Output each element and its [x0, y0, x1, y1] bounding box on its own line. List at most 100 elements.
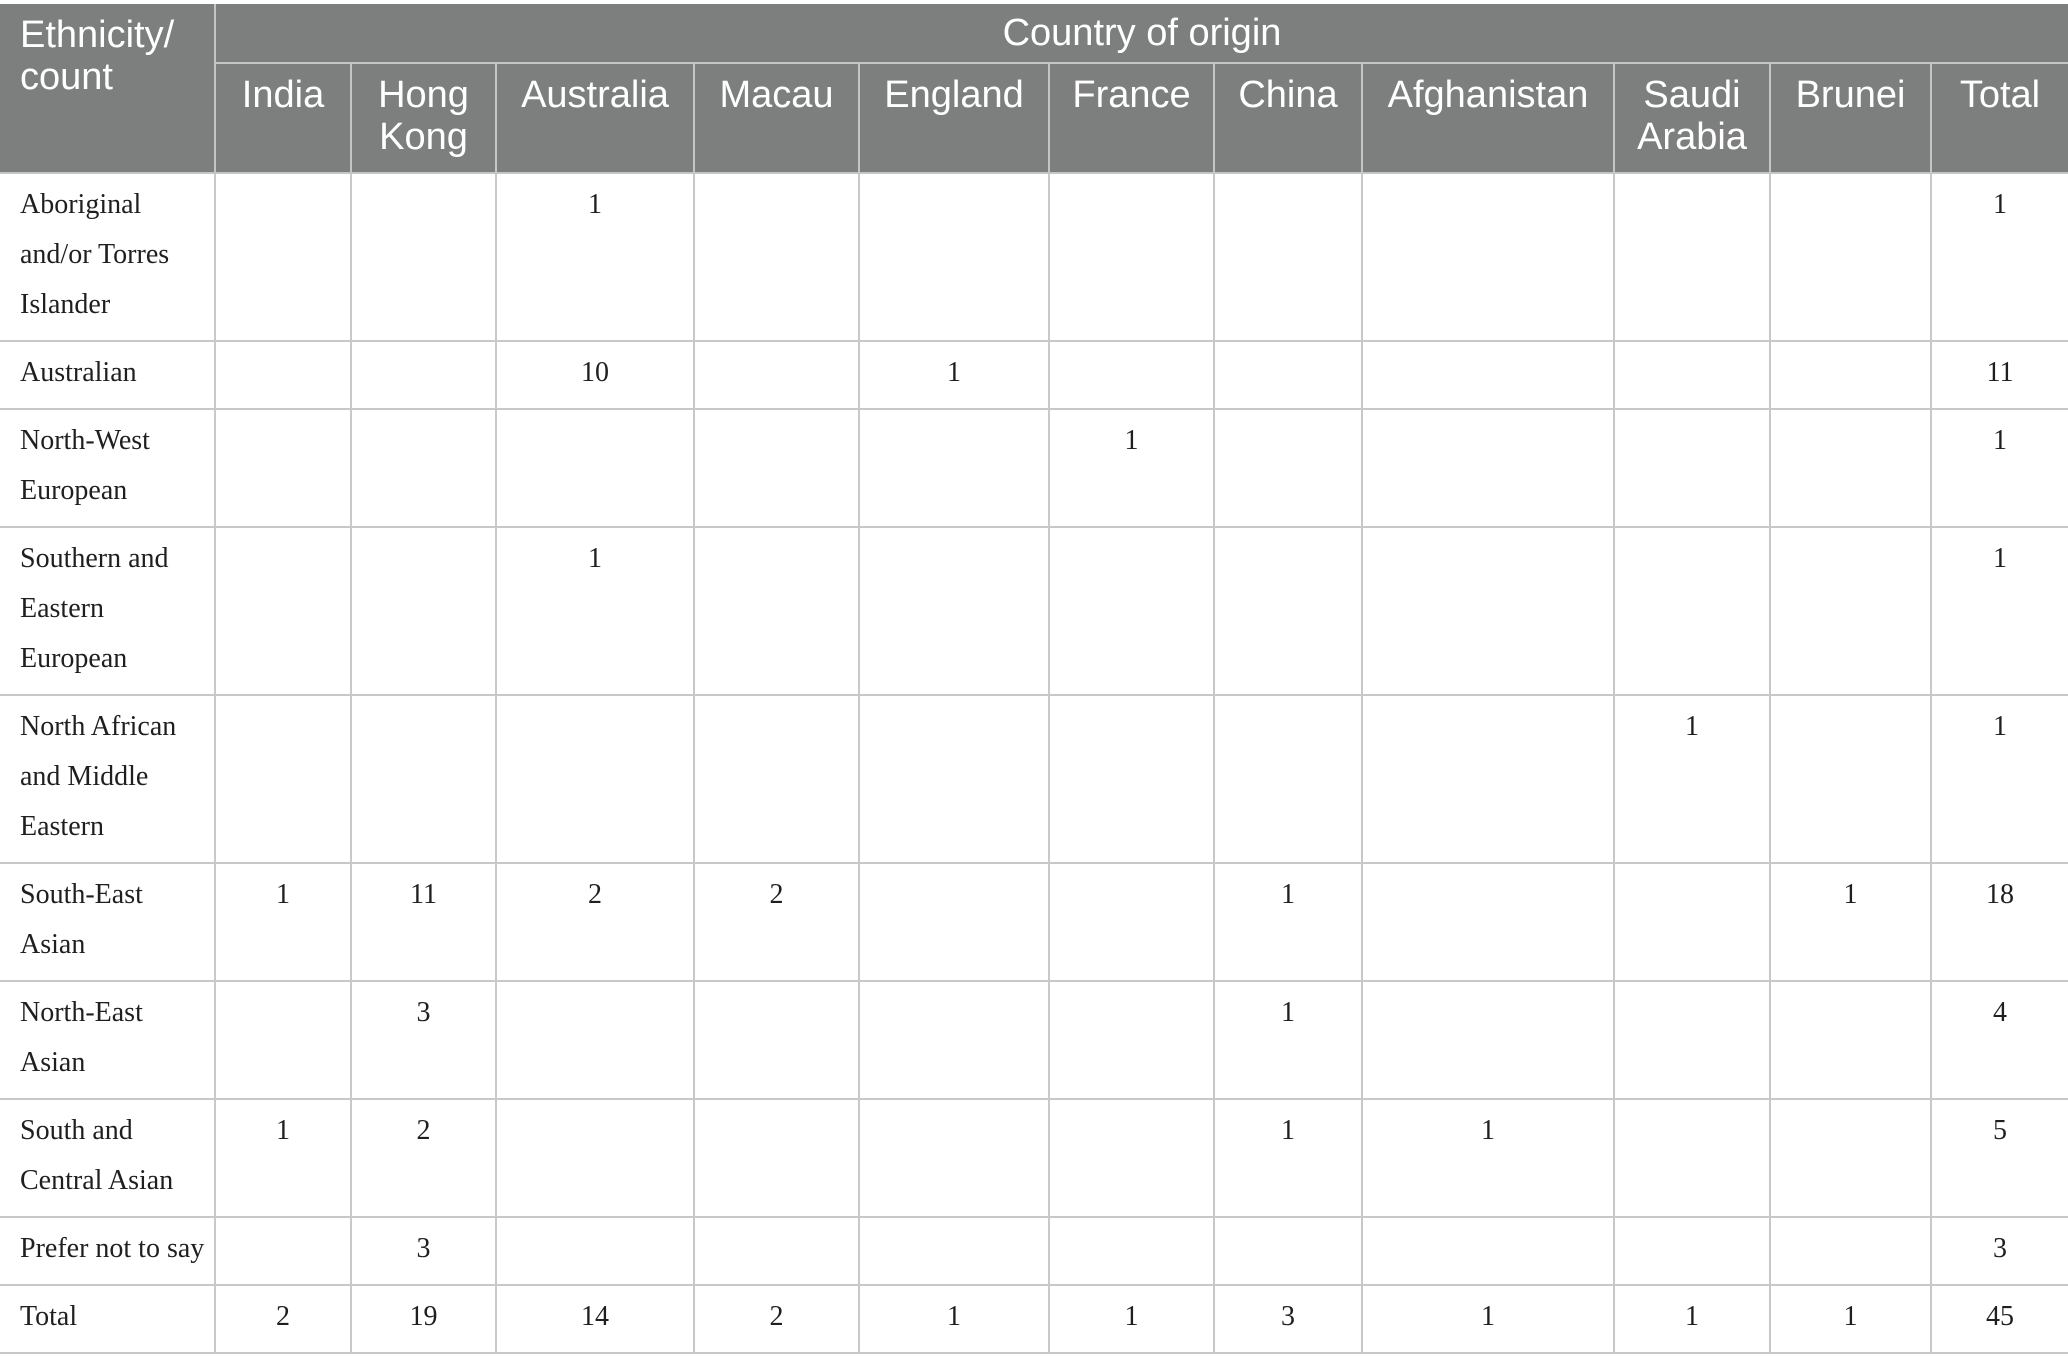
- table-cell: 19: [350, 1284, 497, 1354]
- table-cell: [1213, 526, 1363, 696]
- table-cell: [214, 1216, 352, 1286]
- table-row: South-East Asian 1 11 2 2 1 1 18: [0, 862, 2068, 982]
- table-cell: [693, 1098, 860, 1218]
- table-cell: [1213, 340, 1363, 410]
- table-cell: 1: [1048, 408, 1215, 528]
- table-cell: 5: [1929, 1098, 2068, 1218]
- table-row: Aboriginal and/or Torres Islander 1 1: [0, 172, 2068, 342]
- table-cell: 1: [858, 1284, 1050, 1354]
- table-cell: 3: [1929, 1216, 2068, 1286]
- table-cell: 45: [1929, 1284, 2068, 1354]
- table-cell: [1769, 172, 1932, 342]
- table-cell: [350, 408, 497, 528]
- table-cell: [858, 1216, 1050, 1286]
- table-cell: 1: [1361, 1098, 1615, 1218]
- row-label: North-East Asian: [0, 980, 216, 1100]
- table-cell: 1: [1361, 1284, 1615, 1354]
- table-cell: [1769, 408, 1932, 528]
- table-cell: [858, 408, 1050, 528]
- table-cell: 1: [214, 1098, 352, 1218]
- table-cell: [350, 694, 497, 864]
- table-cell: [1048, 980, 1215, 1100]
- country-of-origin-header: Country of origin: [213, 4, 2068, 64]
- table-cell: 11: [1929, 340, 2068, 410]
- table-cell: [1361, 694, 1615, 864]
- table-cell: [693, 694, 860, 864]
- corner-header: Ethnicity/ count: [0, 4, 216, 174]
- table-cell: [1048, 1216, 1215, 1286]
- table-cell: [1769, 340, 1932, 410]
- table-cell: [1769, 1098, 1932, 1218]
- table-cell: [1613, 1216, 1771, 1286]
- table-cell: [495, 1216, 695, 1286]
- table-cell: [1048, 694, 1215, 864]
- table-cell: [858, 172, 1050, 342]
- row-label: North-West European: [0, 408, 216, 528]
- ethnicity-by-country-table: Ethnicity/ count Country of origin India…: [0, 4, 2068, 1354]
- table-cell: [1769, 694, 1932, 864]
- table-body: Aboriginal and/or Torres Islander 1 1 Austr…: [0, 172, 2068, 1354]
- table-row: North-West European 1 1: [0, 408, 2068, 528]
- table-cell: [693, 1216, 860, 1286]
- table-cell: 1: [1213, 980, 1363, 1100]
- table-cell: [1361, 340, 1615, 410]
- table-cell: [1769, 980, 1932, 1100]
- column-header-total: Total: [1929, 63, 2068, 174]
- table-cell: [1613, 172, 1771, 342]
- table-cell: [1613, 980, 1771, 1100]
- table-cell: 10: [495, 340, 695, 410]
- table-row: North-East Asian 3 1 4: [0, 980, 2068, 1100]
- column-header-france: France: [1048, 63, 1215, 174]
- table-cell: 3: [350, 980, 497, 1100]
- table-cell: [1361, 408, 1615, 528]
- table-cell: 1: [1769, 1284, 1932, 1354]
- table-cell: [214, 408, 352, 528]
- total-row: Total 2 19 14 2 1 1 3 1 1 1 45: [0, 1284, 2068, 1354]
- table-cell: 1: [495, 172, 695, 342]
- row-label: Southern and Eastern European: [0, 526, 216, 696]
- table-cell: [1361, 862, 1615, 982]
- table-cell: 2: [693, 1284, 860, 1354]
- table-cell: 18: [1929, 862, 2068, 982]
- table-cell: [1613, 340, 1771, 410]
- table-cell: [858, 980, 1050, 1100]
- table-cell: 1: [1048, 1284, 1215, 1354]
- table-cell: 4: [1929, 980, 2068, 1100]
- column-header-row: India Hong Kong Australia Macau England …: [0, 63, 2068, 174]
- row-label: South and Central Asian: [0, 1098, 216, 1218]
- table-cell: [693, 526, 860, 696]
- table-cell: [858, 694, 1050, 864]
- column-header-england: England: [858, 63, 1050, 174]
- column-header-macau: Macau: [693, 63, 860, 174]
- table-cell: 1: [1213, 1098, 1363, 1218]
- table-row: Southern and Eastern European 1 1: [0, 526, 2068, 696]
- table-cell: [858, 1098, 1050, 1218]
- table-row: South and Central Asian 1 2 1 1 5: [0, 1098, 2068, 1218]
- table-cell: 11: [350, 862, 497, 982]
- table-cell: [495, 980, 695, 1100]
- table-cell: 2: [350, 1098, 497, 1218]
- table-cell: [858, 862, 1050, 982]
- table-cell: [1213, 694, 1363, 864]
- table-cell: [495, 1098, 695, 1218]
- header-group-row: Ethnicity/ count Country of origin: [0, 4, 2068, 174]
- table-cell: [1048, 526, 1215, 696]
- table-cell: [1048, 172, 1215, 342]
- table-cell: 1: [1613, 1284, 1771, 1354]
- table-cell: 2: [214, 1284, 352, 1354]
- table-cell: [214, 694, 352, 864]
- table-row: Prefer not to say 3 3: [0, 1216, 2068, 1286]
- table-cell: [1361, 1216, 1615, 1286]
- table-cell: 1: [1929, 526, 2068, 696]
- table-cell: 1: [1613, 694, 1771, 864]
- table-cell: [1613, 408, 1771, 528]
- table-cell: [1361, 980, 1615, 1100]
- row-label: Prefer not to say: [0, 1216, 216, 1286]
- table-cell: 1: [1929, 694, 2068, 864]
- table-cell: [214, 526, 352, 696]
- table-cell: [1613, 1098, 1771, 1218]
- table-cell: 1: [1929, 172, 2068, 342]
- table-row: North African and Middle Eastern 1 1: [0, 694, 2068, 864]
- column-header-hong-kong: Hong Kong: [350, 63, 497, 174]
- row-label: Total: [0, 1284, 216, 1354]
